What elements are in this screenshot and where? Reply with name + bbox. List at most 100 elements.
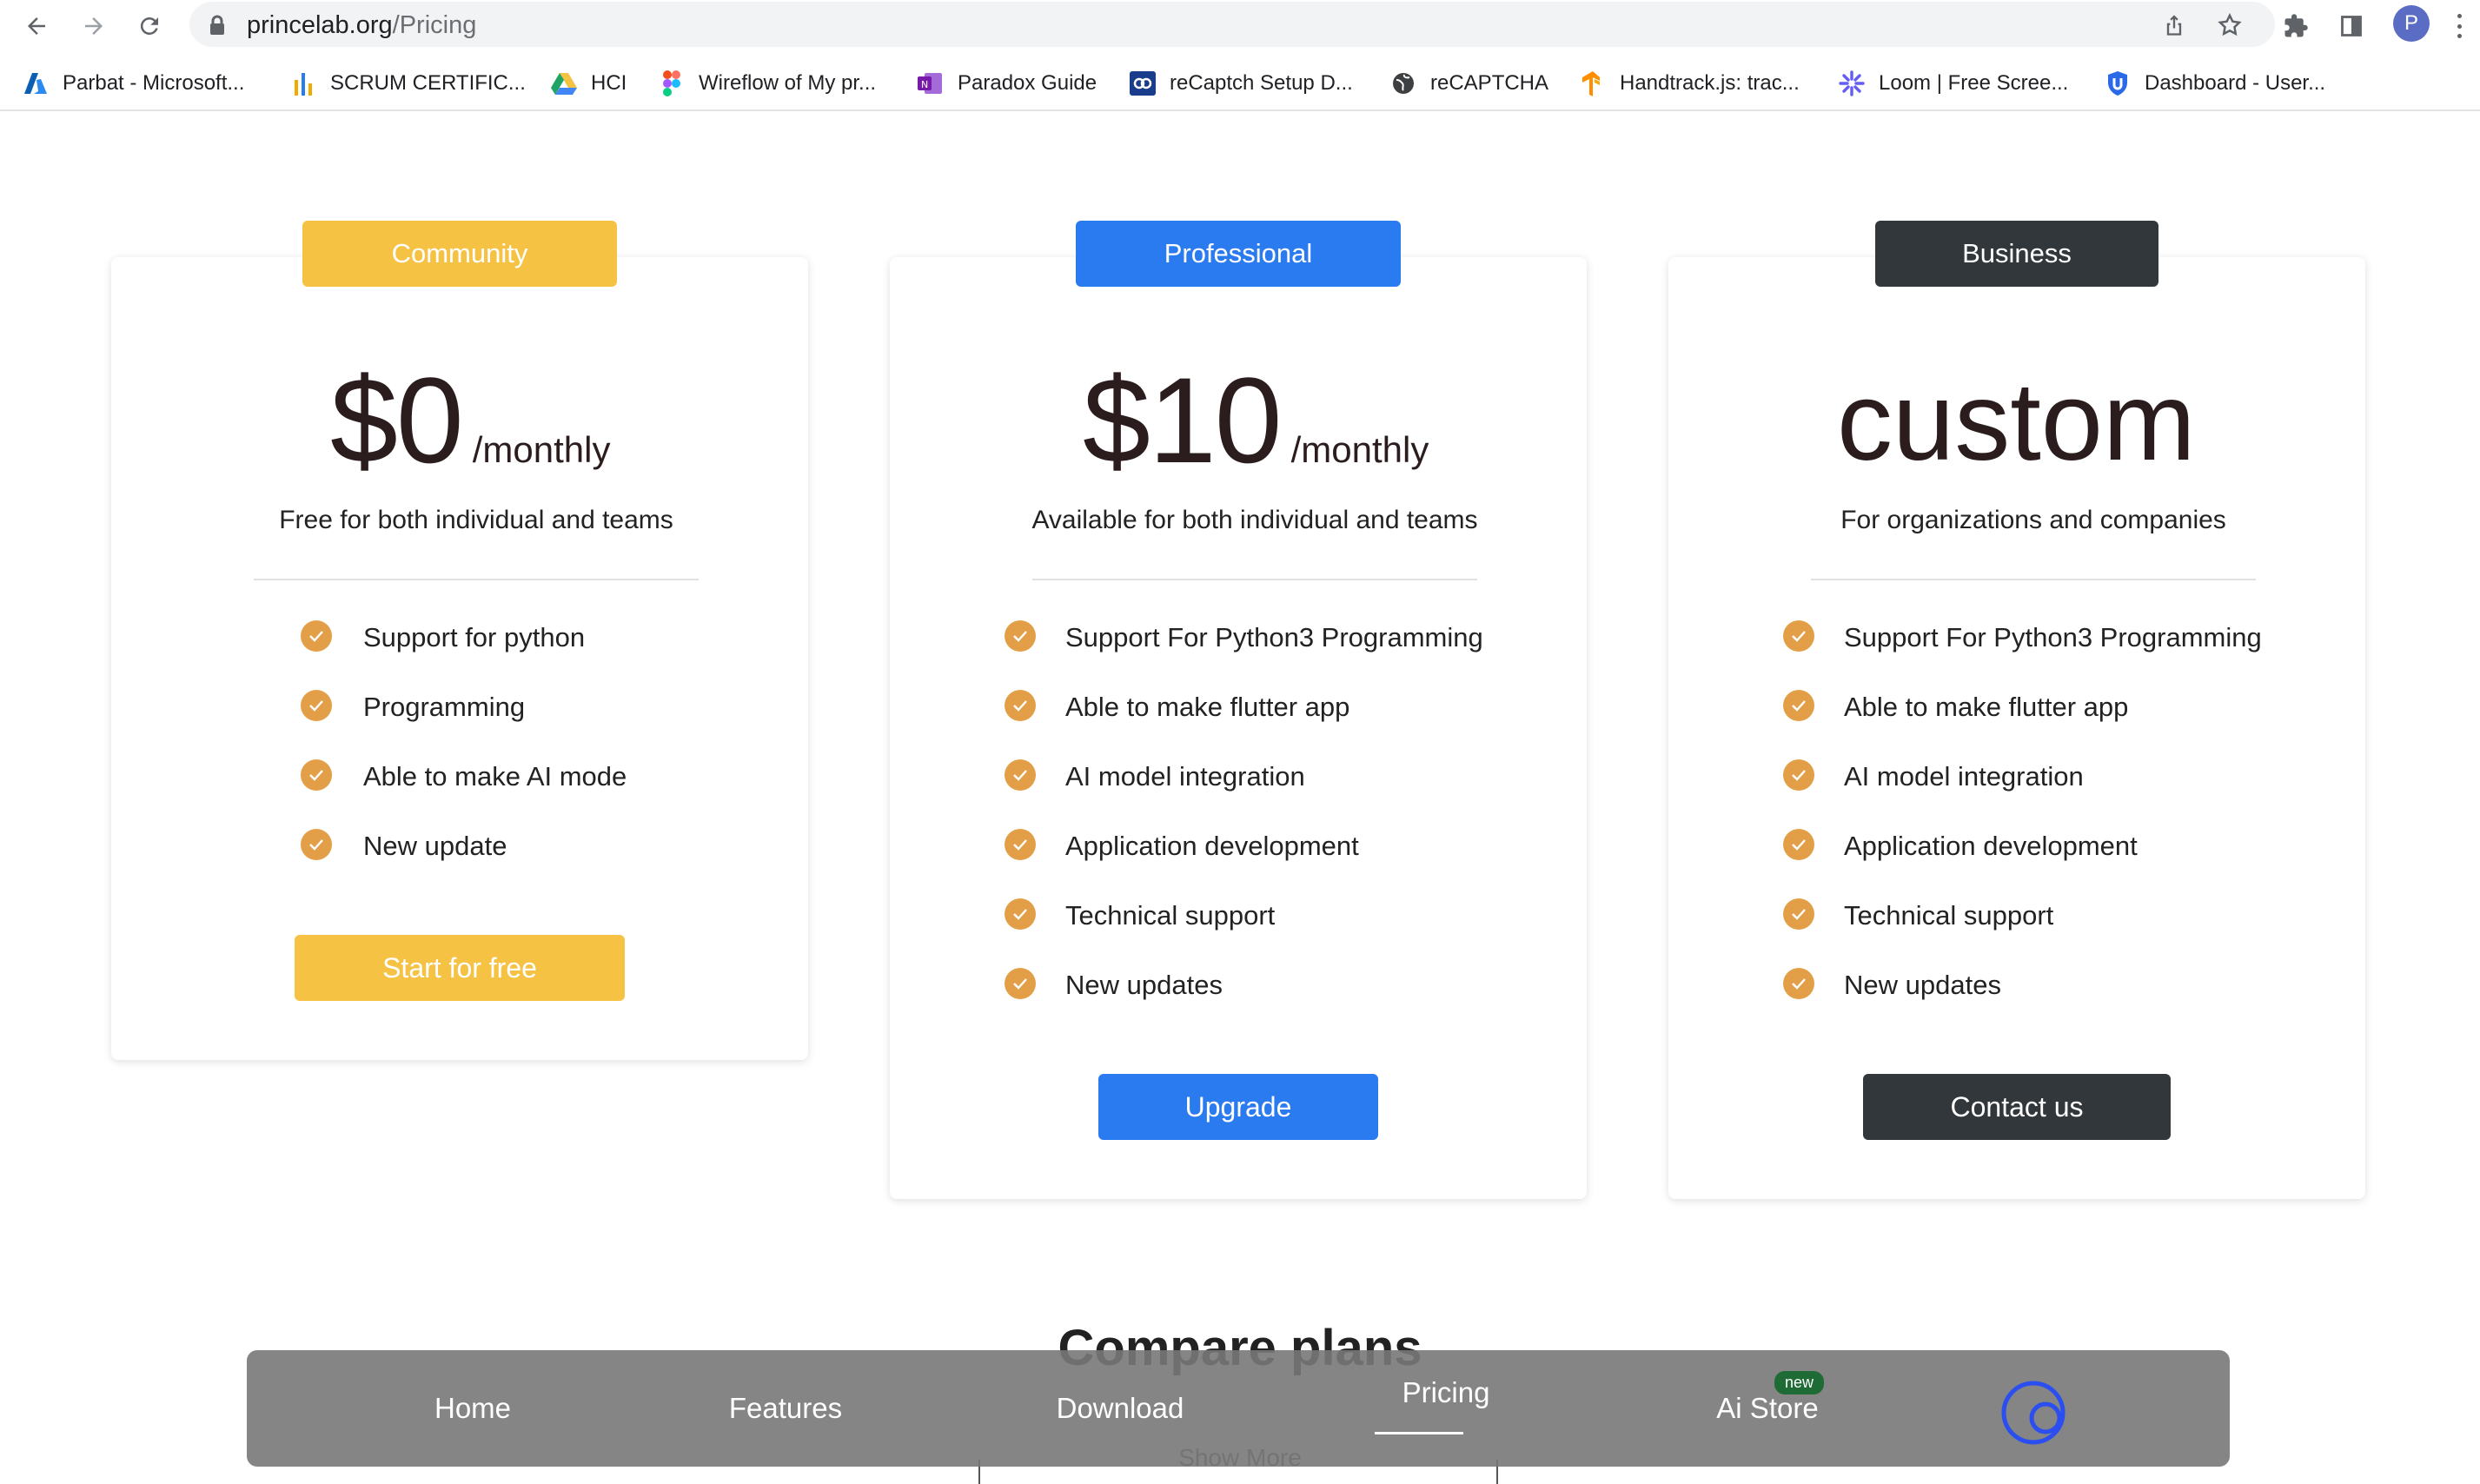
plan-tag-community: Community: [302, 221, 617, 287]
check-circle-icon: [301, 759, 332, 791]
bookmark-item[interactable]: Dashboard - User...: [2105, 68, 2325, 99]
feature-item: Support for python: [111, 620, 808, 655]
check-circle-icon: [1783, 690, 1814, 721]
feature-item: Able to make flutter app: [890, 690, 1587, 725]
nav-home[interactable]: Home: [368, 1350, 577, 1467]
plan-description: For organizations and companies: [1840, 506, 2226, 534]
check-circle-icon: [1783, 620, 1814, 652]
bookmark-item[interactable]: SCRUM CERTIFIC...: [290, 68, 526, 99]
feature-item: AI model integration: [890, 759, 1587, 794]
extensions-button[interactable]: [2280, 10, 2311, 42]
feature-item: Programming: [111, 690, 808, 725]
bottom-navigation: Home Features Download Pricing Ai Store …: [247, 1350, 2230, 1467]
check-circle-icon: [301, 690, 332, 721]
forward-arrow-icon: [85, 17, 103, 35]
check-circle-icon: [1005, 898, 1036, 930]
plan-card-community: $0 /monthly Free for both individual and…: [111, 257, 808, 1060]
feature-item: New updates: [1668, 968, 2365, 1003]
plan-price: custom: [1837, 360, 2196, 484]
check-circle-icon: [1005, 620, 1036, 652]
contact-us-button[interactable]: Contact us: [1863, 1074, 2171, 1140]
side-panel-button[interactable]: [2336, 10, 2367, 42]
star-icon: [2218, 12, 2242, 36]
feature-item: New updates: [890, 968, 1587, 1003]
bookmark-star-button[interactable]: [2216, 11, 2244, 39]
new-badge: new: [1774, 1371, 1825, 1395]
nav-features[interactable]: Features: [673, 1350, 899, 1467]
check-circle-icon: [301, 829, 332, 860]
forward-button[interactable]: [78, 10, 109, 42]
bookmark-item[interactable]: Handtrack.js: trac...: [1580, 68, 1800, 99]
check-circle-icon: [1005, 829, 1036, 860]
side-panel-icon: [2341, 16, 2362, 36]
tensorflow-icon: [1580, 70, 1606, 96]
address-bar[interactable]: princelab.org/Pricing: [189, 2, 2275, 47]
feature-item: Support For Python3 Programming: [1668, 620, 2365, 655]
bookmark-item[interactable]: reCAPTCHA: [1390, 68, 1548, 99]
url-text[interactable]: princelab.org/Pricing: [247, 11, 476, 40]
plan-card-professional: $10 /monthly Available for both individu…: [890, 257, 1587, 1199]
figma-icon: [659, 70, 685, 96]
princelab-logo-icon[interactable]: [2000, 1376, 2073, 1449]
check-circle-icon: [1783, 829, 1814, 860]
bookmarks-bar: Parbat - Microsoft... SCRUM CERTIFIC... …: [0, 57, 2480, 111]
plan-tag-business: Business: [1875, 221, 2158, 287]
feature-item: Technical support: [1668, 898, 2365, 933]
feature-item: Application development: [1668, 829, 2365, 864]
nav-ai-store[interactable]: Ai Store: [1663, 1350, 1872, 1467]
plan-tag-professional: Professional: [1076, 221, 1401, 287]
reload-icon: [140, 17, 158, 35]
codeproject-icon: [1130, 70, 1156, 96]
share-button[interactable]: [2160, 11, 2188, 39]
bookmark-item[interactable]: Loom | Free Scree...: [1839, 68, 2068, 99]
check-circle-icon: [1783, 968, 1814, 999]
plan-description: Available for both individual and teams: [1031, 506, 1478, 534]
back-arrow-icon: [28, 17, 45, 35]
feature-item: AI model integration: [1668, 759, 2365, 794]
check-circle-icon: [1005, 968, 1036, 999]
bookmark-item[interactable]: reCaptch Setup D...: [1130, 68, 1353, 99]
bookmark-item[interactable]: N Paradox Guide: [918, 68, 1097, 99]
check-circle-icon: [1783, 759, 1814, 791]
divider: [1811, 579, 2256, 580]
profile-avatar[interactable]: P: [2393, 5, 2430, 42]
plan-price: $0 /monthly: [330, 352, 611, 488]
upgrade-button[interactable]: Upgrade: [1098, 1074, 1378, 1140]
divider: [254, 579, 699, 580]
onenote-icon: N: [918, 70, 944, 96]
start-for-free-button[interactable]: Start for free: [295, 935, 625, 1001]
browser-toolbar: princelab.org/Pricing P: [0, 0, 2480, 50]
feature-item: New update: [111, 829, 808, 864]
svg-text:N: N: [921, 79, 928, 90]
check-circle-icon: [1783, 898, 1814, 930]
bookmark-item[interactable]: Parbat - Microsoft...: [23, 68, 244, 99]
globe-icon: [1390, 70, 1416, 96]
feature-item: Technical support: [890, 898, 1587, 933]
feature-item: Able to make flutter app: [1668, 690, 2365, 725]
active-nav-underline: [1375, 1432, 1463, 1434]
back-button[interactable]: [21, 10, 52, 42]
feature-item: Support For Python3 Programming: [890, 620, 1587, 655]
puzzle-icon: [2284, 14, 2308, 37]
plan-card-business: custom For organizations and companies S…: [1668, 257, 2365, 1199]
shield-icon: [2105, 70, 2131, 96]
feature-item: Able to make AI mode: [111, 759, 808, 794]
feature-item: Application development: [890, 829, 1587, 864]
lock-icon: [210, 15, 224, 35]
divider: [1032, 579, 1477, 580]
google-drive-icon: [551, 70, 577, 96]
bookmark-item[interactable]: Wireflow of My pr...: [659, 68, 876, 99]
plan-price: $10 /monthly: [1083, 352, 1429, 488]
check-circle-icon: [1005, 690, 1036, 721]
bar-chart-icon: [290, 70, 316, 96]
check-circle-icon: [301, 620, 332, 652]
plan-description: Free for both individual and teams: [279, 506, 673, 534]
reload-button[interactable]: [134, 10, 165, 42]
nav-download[interactable]: Download: [1003, 1350, 1237, 1467]
browser-menu-button[interactable]: [2450, 10, 2468, 42]
azure-icon: [23, 70, 49, 96]
share-icon: [2166, 15, 2182, 36]
check-circle-icon: [1005, 759, 1036, 791]
bookmark-item[interactable]: HCI: [551, 68, 627, 99]
